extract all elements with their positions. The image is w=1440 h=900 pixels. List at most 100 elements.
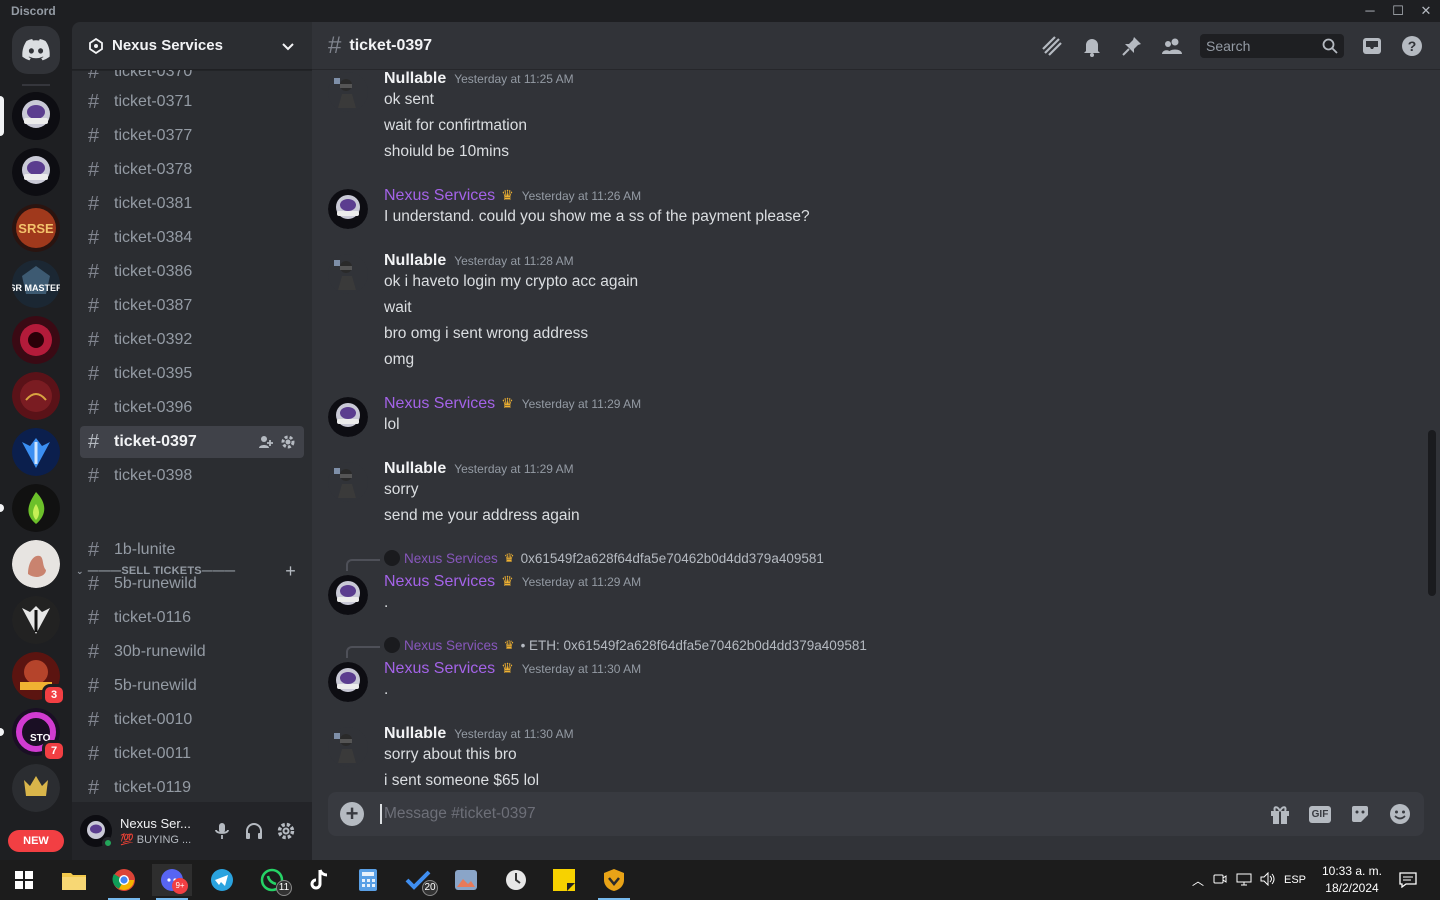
channel-item[interactable]: # ticket-0010 xyxy=(80,704,304,736)
inbox-icon[interactable] xyxy=(1360,34,1384,58)
message-text: sorry xyxy=(384,481,419,498)
network-icon[interactable] xyxy=(1232,872,1256,889)
message-author[interactable]: Nullable xyxy=(384,725,446,743)
reply-preview[interactable]: Nexus Services ♛ 0x61549f2a628f64dfa5e70… xyxy=(384,549,824,567)
deafen-button[interactable] xyxy=(238,815,270,847)
message-author[interactable]: Nullable xyxy=(384,252,446,270)
gift-icon[interactable] xyxy=(1268,802,1292,826)
close-button[interactable]: ✕ xyxy=(1414,2,1438,20)
avatar[interactable] xyxy=(328,575,368,615)
avatar[interactable] xyxy=(328,72,368,112)
taskbar-photos[interactable] xyxy=(446,864,486,896)
channel-item[interactable]: #30b-runewild xyxy=(80,636,304,668)
message-author[interactable]: Nullable xyxy=(384,460,446,478)
taskbar-discord[interactable]: 9+ xyxy=(152,864,192,900)
help-icon[interactable]: ? xyxy=(1400,34,1424,58)
message-author[interactable]: Nexus Services xyxy=(384,660,495,678)
server-king[interactable] xyxy=(12,764,60,812)
hash-icon: # xyxy=(88,260,100,283)
taskbar-vpn[interactable] xyxy=(594,864,634,900)
hash-icon: # xyxy=(88,640,100,663)
message-author[interactable]: Nullable xyxy=(384,70,446,88)
server-srse[interactable]: SRSE xyxy=(12,204,60,252)
channel-item[interactable]: #5b-runewild xyxy=(80,670,304,702)
message-author[interactable]: Nexus Services xyxy=(384,187,495,205)
channel-item[interactable]: # ticket-0392 xyxy=(80,324,304,356)
taskbar-whatsapp[interactable]: 11 xyxy=(252,864,292,896)
channel-item[interactable]: # ticket-0395 xyxy=(80,358,304,390)
taskbar-sticky-notes[interactable] xyxy=(544,864,584,896)
volume-icon[interactable] xyxy=(1256,871,1280,889)
taskbar-telegram[interactable] xyxy=(202,864,242,896)
server-header[interactable]: Nexus Services xyxy=(72,22,312,70)
emoji-icon[interactable] xyxy=(1388,802,1412,826)
notification-center-button[interactable] xyxy=(1388,864,1428,896)
channel-item[interactable]: # ticket-0387 xyxy=(80,290,304,322)
taskbar-clock[interactable]: 10:33 a. m. 18/2/2024 xyxy=(1318,863,1386,897)
server-sr-master[interactable]: SR MASTER xyxy=(12,260,60,308)
avatar[interactable] xyxy=(328,189,368,229)
server-blue-mask[interactable] xyxy=(12,428,60,476)
avatar[interactable] xyxy=(328,254,368,294)
avatar[interactable] xyxy=(328,462,368,502)
user-settings-button[interactable] xyxy=(270,815,302,847)
channel-item[interactable]: # ticket-0371 xyxy=(80,86,304,118)
channel-item[interactable]: #5b-runewild xyxy=(80,568,304,600)
search-input[interactable]: Search xyxy=(1200,33,1344,58)
channel-item[interactable]: # ticket-0116 xyxy=(80,602,304,634)
taskbar-todo[interactable]: 20 xyxy=(398,864,438,896)
taskbar-clock-app[interactable] xyxy=(496,864,536,896)
taskbar-tiktok[interactable] xyxy=(300,864,340,896)
member-list-icon[interactable] xyxy=(1160,34,1184,58)
reply-preview[interactable]: Nexus Services ♛ • ETH: 0x61549f2a628f64… xyxy=(384,636,867,654)
server-nexus-a[interactable] xyxy=(12,92,60,140)
server-hand[interactable] xyxy=(12,540,60,588)
start-button[interactable] xyxy=(4,864,44,896)
server-tango[interactable] xyxy=(12,372,60,420)
avatar[interactable] xyxy=(328,662,368,702)
minimize-button[interactable]: ─ xyxy=(1358,2,1382,20)
avatar[interactable] xyxy=(80,815,114,849)
channel-item[interactable]: # ticket-0378 xyxy=(80,154,304,186)
avatar[interactable] xyxy=(328,397,368,437)
server-black-mask[interactable] xyxy=(12,596,60,644)
taskbar-file-explorer[interactable] xyxy=(54,864,94,896)
input-language[interactable]: ESP xyxy=(1280,874,1310,886)
new-unreads-pill[interactable]: NEW xyxy=(8,830,64,852)
add-attachment-button[interactable]: + xyxy=(340,802,364,826)
reply-spine xyxy=(346,559,380,571)
channel-item-active[interactable]: # ticket-0397 xyxy=(80,426,304,458)
notification-bell-icon[interactable] xyxy=(1080,34,1104,58)
sticker-icon[interactable] xyxy=(1348,802,1372,826)
message-scrollbar[interactable] xyxy=(1428,430,1436,596)
channel-item[interactable]: # ticket-0119 xyxy=(80,772,304,802)
server-nexus-b[interactable] xyxy=(12,148,60,196)
taskbar-calculator[interactable] xyxy=(348,864,388,896)
message-author[interactable]: Nexus Services xyxy=(384,395,495,413)
channel-item[interactable]: # ticket-0396 xyxy=(80,392,304,424)
crown-icon: ♛ xyxy=(503,638,515,652)
channel-item[interactable]: # ticket-0384 xyxy=(80,222,304,254)
channel-item[interactable]: # ticket-0011 xyxy=(80,738,304,770)
threads-icon[interactable] xyxy=(1040,34,1064,58)
channel-item[interactable]: # ticket-0381 xyxy=(80,188,304,220)
server-red-demon[interactable] xyxy=(12,316,60,364)
username: Nexus Ser... xyxy=(120,816,191,831)
channel-item[interactable]: # ticket-0398 xyxy=(80,460,304,492)
message-author[interactable]: Nexus Services xyxy=(384,573,495,591)
home-button[interactable] xyxy=(12,26,60,74)
server-green-flame[interactable] xyxy=(12,484,60,532)
gif-button[interactable]: GIF xyxy=(1308,802,1332,826)
message-input[interactable] xyxy=(380,804,1252,824)
taskbar-chrome[interactable] xyxy=(104,864,144,900)
camera-icon[interactable] xyxy=(1208,872,1232,889)
pin-icon[interactable] xyxy=(1120,34,1144,58)
avatar[interactable] xyxy=(328,727,368,767)
channel-item[interactable]: # ticket-0377 xyxy=(80,120,304,152)
calculator-icon xyxy=(359,869,377,891)
channel-item[interactable]: #1b-lunite xyxy=(80,534,304,566)
mute-button[interactable] xyxy=(206,815,238,847)
maximize-button[interactable]: ☐ xyxy=(1386,2,1410,20)
channel-item[interactable]: # ticket-0386 xyxy=(80,256,304,288)
chevron-up-icon[interactable]: ︿ xyxy=(1188,872,1208,889)
